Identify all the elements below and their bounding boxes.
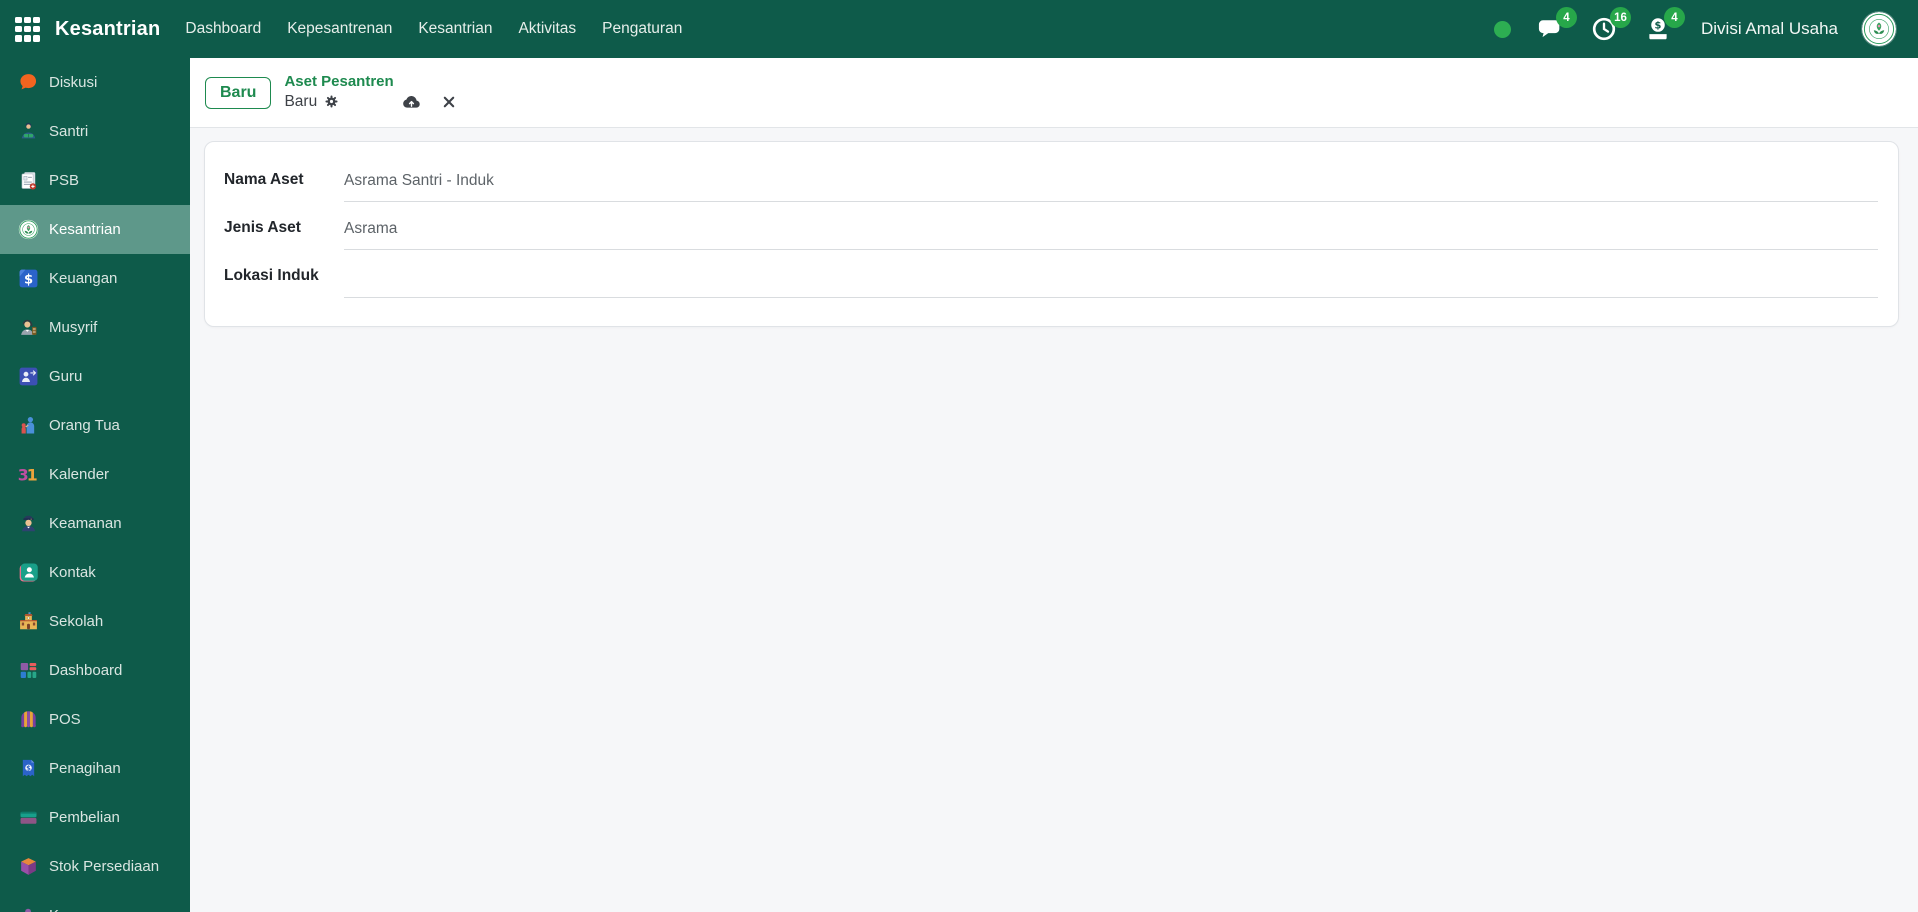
- messages-icon[interactable]: 4: [1535, 7, 1577, 44]
- sidebar-item-label: Keuangan: [49, 270, 118, 287]
- sidebar-item-pos[interactable]: POS: [0, 695, 190, 744]
- sidebar-item-label: Kontak: [49, 564, 96, 581]
- sidebar-item-diskusi[interactable]: Diskusi: [0, 58, 190, 107]
- sidebar-item-label: Kalender: [49, 466, 110, 483]
- money-collect-icon[interactable]: $ 4: [1643, 7, 1685, 44]
- activities-clock-icon[interactable]: 16: [1589, 7, 1631, 44]
- form-field-nama-aset: Nama Aset Asrama Santri - Induk: [224, 156, 1878, 204]
- sidebar-item-label: Kesantrian: [49, 221, 121, 238]
- psb-icon: [18, 170, 39, 191]
- cloud-save-icon[interactable]: [401, 91, 422, 112]
- field-label: Lokasi Induk: [224, 267, 319, 284]
- field-value: Asrama: [344, 220, 398, 237]
- apps-grid-icon[interactable]: [15, 16, 40, 42]
- sidebar-item-guru[interactable]: Guru: [0, 352, 190, 401]
- sidebar-item-label: Karyawan: [49, 907, 116, 912]
- sidebar-item-label: Penagihan: [49, 760, 121, 777]
- parents-icon: [18, 415, 39, 436]
- field-input-nama-aset[interactable]: Asrama Santri - Induk: [344, 162, 1878, 202]
- online-status-dot: [1494, 20, 1511, 38]
- new-button[interactable]: Baru: [205, 76, 272, 109]
- app-brand[interactable]: Kesantrian: [55, 18, 160, 41]
- svg-text:$: $: [1655, 21, 1662, 32]
- sidebar-item-label: Orang Tua: [49, 417, 120, 434]
- messages-badge: 4: [1556, 7, 1577, 28]
- nav-menu-kesantrian[interactable]: Kesantrian: [405, 0, 505, 58]
- money-badge: 4: [1664, 7, 1685, 28]
- teacher-icon: [18, 366, 39, 387]
- field-label: Nama Aset: [224, 171, 304, 188]
- sidebar-item-label: Pembelian: [49, 809, 120, 826]
- security-icon: [18, 513, 39, 534]
- user-avatar[interactable]: [1862, 12, 1896, 46]
- breadcrumb-current: Baru: [284, 92, 318, 110]
- sidebar-item-label: Dashboard: [49, 662, 123, 679]
- asset-form-card: Nama Aset Asrama Santri - Induk Jenis Aset…: [204, 141, 1899, 327]
- pos-icon: [18, 709, 39, 730]
- sidebar-item-dashboard[interactable]: Dashboard: [0, 646, 190, 695]
- top-navbar: Kesantrian Dashboard Kepesantrenan Kesantr…: [0, 0, 1918, 58]
- sidebar-item-psb[interactable]: PSB: [0, 156, 190, 205]
- gear-icon[interactable]: [324, 94, 339, 109]
- sidebar-item-sekolah[interactable]: Sekolah: [0, 597, 190, 646]
- calendar-icon: 31: [18, 464, 39, 485]
- app-sidebar: Diskusi Santri PSB Kesantrian $ Keuangan Musyr…: [0, 58, 190, 912]
- sidebar-item-label: Keamanan: [49, 515, 122, 532]
- field-label: Jenis Aset: [224, 219, 301, 236]
- nav-menu-dashboard[interactable]: Dashboard: [172, 0, 274, 58]
- discard-icon[interactable]: [442, 95, 456, 109]
- invoicing-icon: $: [18, 758, 39, 779]
- kesantrian-icon: [18, 219, 39, 240]
- sidebar-item-musyrif[interactable]: Musyrif: [0, 303, 190, 352]
- nav-menu-kepesantrenan[interactable]: Kepesantrenan: [274, 0, 405, 58]
- musyrif-icon: [18, 317, 39, 338]
- sidebar-item-label: Stok Persediaan: [49, 858, 160, 875]
- santri-icon: [18, 121, 39, 142]
- contacts-icon: [18, 562, 39, 583]
- top-menu: Dashboard Kepesantrenan Kesantrian Aktivita…: [172, 0, 695, 58]
- sidebar-item-label: PSB: [49, 172, 80, 189]
- breadcrumb: Aset Pesantren Baru: [284, 73, 456, 112]
- purchase-icon: [18, 807, 39, 828]
- nav-menu-aktivitas[interactable]: Aktivitas: [505, 0, 589, 58]
- sidebar-item-kontak[interactable]: Kontak: [0, 548, 190, 597]
- sidebar-item-stok-persediaan[interactable]: Stok Persediaan: [0, 842, 190, 891]
- sidebar-item-keamanan[interactable]: Keamanan: [0, 499, 190, 548]
- svg-text:$: $: [26, 764, 31, 772]
- form-field-lokasi-induk: Lokasi Induk: [224, 252, 1878, 300]
- nav-menu-pengaturan[interactable]: Pengaturan: [589, 0, 695, 58]
- control-panel: Baru Aset Pesantren Baru: [190, 58, 1918, 128]
- main-content: Baru Aset Pesantren Baru Nama Aset Asram…: [190, 58, 1918, 912]
- sidebar-item-label: Sekolah: [49, 613, 104, 630]
- employees-icon: [18, 905, 39, 912]
- sidebar-item-label: Musyrif: [49, 319, 98, 336]
- sidebar-item-penagihan[interactable]: $ Penagihan: [0, 744, 190, 793]
- sidebar-item-label: Diskusi: [49, 74, 98, 91]
- field-value: Asrama Santri - Induk: [344, 172, 494, 189]
- discuss-icon: [18, 72, 39, 93]
- field-input-jenis-aset[interactable]: Asrama: [344, 210, 1878, 250]
- company-switcher[interactable]: Divisi Amal Usaha: [1701, 19, 1838, 39]
- sidebar-item-keuangan[interactable]: $ Keuangan: [0, 254, 190, 303]
- school-icon: [18, 611, 39, 632]
- sidebar-item-label: POS: [49, 711, 81, 728]
- sidebar-item-label: Guru: [49, 368, 83, 385]
- sidebar-item-label: Santri: [49, 123, 89, 140]
- inventory-icon: [18, 856, 39, 877]
- form-field-jenis-aset: Jenis Aset Asrama: [224, 204, 1878, 252]
- activities-badge: 16: [1610, 7, 1631, 28]
- svg-text:1: 1: [27, 465, 38, 484]
- sidebar-item-santri[interactable]: Santri: [0, 107, 190, 156]
- field-input-lokasi-induk[interactable]: [344, 258, 1878, 298]
- sidebar-item-orang-tua[interactable]: Orang Tua: [0, 401, 190, 450]
- sidebar-item-karyawan[interactable]: Karyawan: [0, 891, 190, 912]
- sidebar-item-pembelian[interactable]: Pembelian: [0, 793, 190, 842]
- breadcrumb-parent[interactable]: Aset Pesantren: [284, 73, 456, 90]
- svg-text:$: $: [24, 272, 33, 287]
- dashboard-icon: [18, 660, 39, 681]
- sidebar-item-kalender[interactable]: 3 1 Kalender: [0, 450, 190, 499]
- finance-icon: $: [18, 268, 39, 289]
- sidebar-item-kesantrian[interactable]: Kesantrian: [0, 205, 190, 254]
